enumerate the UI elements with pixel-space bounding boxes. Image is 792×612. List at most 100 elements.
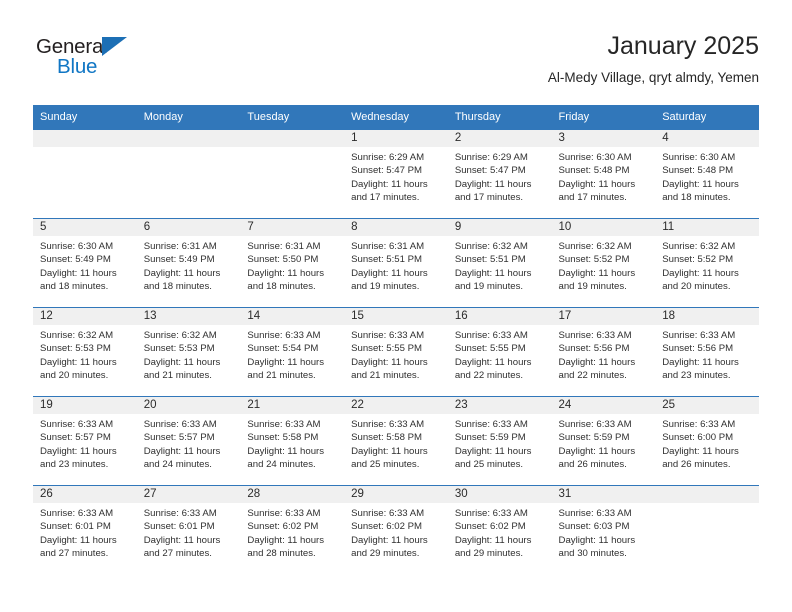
sunset-text: Sunset: 5:56 PM xyxy=(558,343,630,355)
sunset-text: Sunset: 5:57 PM xyxy=(143,432,215,444)
day-cell-content: 2 Sunrise: 6:29 AM Sunset: 5:47 PM Daylight… xyxy=(447,130,552,218)
day-details: Sunrise: 6:33 AM Sunset: 5:57 PM Daylight:… xyxy=(33,414,137,472)
sunrise-text: Sunrise: 6:33 AM xyxy=(40,508,114,519)
calendar-day-cell[interactable]: 19 Sunrise: 6:33 AM Sunset: 5:57 PM Dayligh… xyxy=(33,396,137,486)
calendar-empty-cell xyxy=(33,129,137,219)
calendar-day-cell[interactable]: 9 Sunrise: 6:32 AM Sunset: 5:51 PM Daylight… xyxy=(447,218,552,308)
sunrise-text: Sunrise: 6:31 AM xyxy=(351,241,425,252)
day-number-band: 25 xyxy=(655,397,759,414)
day-cell-content: 24 Sunrise: 6:33 AM Sunset: 5:59 PM Dayligh… xyxy=(551,397,656,485)
daylight-text-line1: Daylight: 11 hours xyxy=(143,356,221,368)
calendar-day-cell[interactable]: 3 Sunrise: 6:30 AM Sunset: 5:48 PM Daylight… xyxy=(551,129,656,219)
calendar-day-cell[interactable]: 21 Sunrise: 6:33 AM Sunset: 5:58 PM Dayligh… xyxy=(240,396,345,486)
calendar-day-cell[interactable]: 8 Sunrise: 6:31 AM Sunset: 5:51 PM Daylight… xyxy=(344,218,448,308)
day-details: Sunrise: 6:33 AM Sunset: 6:02 PM Daylight:… xyxy=(240,503,344,561)
day-cell-content: 3 Sunrise: 6:30 AM Sunset: 5:48 PM Daylight… xyxy=(551,130,656,218)
general-blue-logo[interactable]: General Blue xyxy=(36,35,166,83)
day-number: 24 xyxy=(558,399,572,411)
day-cell-content: 17 Sunrise: 6:33 AM Sunset: 5:56 PM Dayligh… xyxy=(551,308,656,396)
day-number-band: 21 xyxy=(240,397,345,414)
daylight-text-line2: and 18 minutes. xyxy=(662,192,731,204)
calendar-day-cell[interactable]: 17 Sunrise: 6:33 AM Sunset: 5:56 PM Dayligh… xyxy=(551,307,656,397)
title-block: January 2025 Al-Medy Village, qryt almdy… xyxy=(548,30,759,88)
calendar-day-cell[interactable]: 14 Sunrise: 6:33 AM Sunset: 5:54 PM Dayligh… xyxy=(240,307,345,397)
calendar-day-cell[interactable]: 6 Sunrise: 6:31 AM Sunset: 5:49 PM Daylight… xyxy=(136,218,241,308)
day-cell-content: 30 Sunrise: 6:33 AM Sunset: 6:02 PM Dayligh… xyxy=(447,486,552,575)
calendar-week-row: 1 Sunrise: 6:29 AM Sunset: 5:47 PM Daylight… xyxy=(33,129,759,219)
daylight-text-line1: Daylight: 11 hours xyxy=(558,178,636,190)
daylight-text-line2: and 20 minutes. xyxy=(40,370,109,382)
sunrise-text: Sunrise: 6:29 AM xyxy=(454,152,528,163)
daylight-text-line1: Daylight: 11 hours xyxy=(351,267,428,279)
day-number: 25 xyxy=(662,399,676,411)
calendar-day-cell[interactable]: 27 Sunrise: 6:33 AM Sunset: 6:01 PM Dayligh… xyxy=(136,485,241,575)
sunrise-text: Sunrise: 6:30 AM xyxy=(40,241,114,252)
daylight-text-line2: and 27 minutes. xyxy=(40,548,109,560)
calendar-week-row: 19 Sunrise: 6:33 AM Sunset: 5:57 PM Dayligh… xyxy=(33,396,759,486)
day-number-band xyxy=(240,130,345,147)
calendar-day-cell[interactable]: 11 Sunrise: 6:32 AM Sunset: 5:52 PM Dayligh… xyxy=(655,218,759,308)
day-cell-content: 26 Sunrise: 6:33 AM Sunset: 6:01 PM Dayligh… xyxy=(33,486,137,575)
day-number-band: 4 xyxy=(655,130,759,147)
calendar-grid: Sunday Monday Tuesday Wednesday Thursday… xyxy=(33,105,759,575)
day-number: 19 xyxy=(40,399,53,411)
day-number-band: 5 xyxy=(33,219,137,236)
calendar-day-cell[interactable]: 15 Sunrise: 6:33 AM Sunset: 5:55 PM Dayligh… xyxy=(344,307,448,397)
calendar-day-cell[interactable]: 10 Sunrise: 6:32 AM Sunset: 5:52 PM Dayligh… xyxy=(551,218,656,308)
day-number-band: 20 xyxy=(136,397,241,414)
day-details: Sunrise: 6:31 AM Sunset: 5:50 PM Daylight:… xyxy=(240,236,344,294)
daylight-text-line2: and 18 minutes. xyxy=(40,281,109,293)
daylight-text-line1: Daylight: 11 hours xyxy=(40,534,117,546)
calendar-day-cell[interactable]: 1 Sunrise: 6:29 AM Sunset: 5:47 PM Daylight… xyxy=(344,129,448,219)
calendar-day-cell[interactable]: 18 Sunrise: 6:33 AM Sunset: 5:56 PM Dayligh… xyxy=(655,307,759,397)
day-details: Sunrise: 6:33 AM Sunset: 6:02 PM Daylight:… xyxy=(448,503,552,561)
weekday-header-saturday: Saturday xyxy=(655,105,759,130)
calendar-day-cell[interactable]: 25 Sunrise: 6:33 AM Sunset: 6:00 PM Dayligh… xyxy=(655,396,759,486)
daylight-text-line2: and 29 minutes. xyxy=(454,548,524,560)
sunset-text: Sunset: 5:56 PM xyxy=(662,343,734,355)
day-number-band: 31 xyxy=(551,486,656,503)
daylight-text-line2: and 26 minutes. xyxy=(662,459,731,471)
daylight-text-line1: Daylight: 11 hours xyxy=(454,445,532,457)
day-cell-content xyxy=(240,130,345,218)
page-title: January 2025 xyxy=(607,32,759,60)
day-cell-content: 21 Sunrise: 6:33 AM Sunset: 5:58 PM Dayligh… xyxy=(240,397,345,485)
calendar-day-cell[interactable]: 30 Sunrise: 6:33 AM Sunset: 6:02 PM Dayligh… xyxy=(447,485,552,575)
calendar-day-cell[interactable]: 28 Sunrise: 6:33 AM Sunset: 6:02 PM Dayligh… xyxy=(240,485,345,575)
sunrise-text: Sunrise: 6:33 AM xyxy=(351,508,425,519)
sunset-text: Sunset: 5:49 PM xyxy=(143,254,215,266)
calendar-day-cell[interactable]: 12 Sunrise: 6:32 AM Sunset: 5:53 PM Dayligh… xyxy=(33,307,137,397)
calendar-day-cell[interactable]: 2 Sunrise: 6:29 AM Sunset: 5:47 PM Daylight… xyxy=(447,129,552,219)
daylight-text-line1: Daylight: 11 hours xyxy=(351,178,428,190)
day-number-band: 13 xyxy=(136,308,241,325)
sunset-text: Sunset: 5:52 PM xyxy=(558,254,630,266)
day-number-band: 14 xyxy=(240,308,345,325)
calendar-day-cell[interactable]: 20 Sunrise: 6:33 AM Sunset: 5:57 PM Dayligh… xyxy=(136,396,241,486)
calendar-day-cell[interactable]: 31 Sunrise: 6:33 AM Sunset: 6:03 PM Dayligh… xyxy=(551,485,656,575)
daylight-text-line1: Daylight: 11 hours xyxy=(662,356,739,368)
calendar-day-cell[interactable]: 22 Sunrise: 6:33 AM Sunset: 5:58 PM Dayligh… xyxy=(344,396,448,486)
calendar-day-cell[interactable]: 23 Sunrise: 6:33 AM Sunset: 5:59 PM Dayligh… xyxy=(447,396,552,486)
calendar-day-cell[interactable]: 5 Sunrise: 6:30 AM Sunset: 5:49 PM Daylight… xyxy=(33,218,137,308)
calendar-week-row: 26 Sunrise: 6:33 AM Sunset: 6:01 PM Dayligh… xyxy=(33,485,759,575)
sunset-text: Sunset: 5:54 PM xyxy=(247,343,319,355)
calendar-day-cell[interactable]: 4 Sunrise: 6:30 AM Sunset: 5:48 PM Daylight… xyxy=(655,129,759,219)
day-number: 8 xyxy=(351,221,358,233)
calendar-day-cell[interactable]: 24 Sunrise: 6:33 AM Sunset: 5:59 PM Dayligh… xyxy=(551,396,656,486)
calendar-day-cell[interactable]: 29 Sunrise: 6:33 AM Sunset: 6:02 PM Dayligh… xyxy=(344,485,448,575)
sunset-text: Sunset: 5:51 PM xyxy=(454,254,526,266)
calendar-day-cell[interactable]: 13 Sunrise: 6:32 AM Sunset: 5:53 PM Dayligh… xyxy=(136,307,241,397)
day-details: Sunrise: 6:33 AM Sunset: 5:57 PM Daylight:… xyxy=(137,414,241,472)
calendar-day-cell[interactable]: 26 Sunrise: 6:33 AM Sunset: 6:01 PM Dayligh… xyxy=(33,485,137,575)
day-number: 15 xyxy=(351,310,364,322)
calendar-day-cell[interactable]: 7 Sunrise: 6:31 AM Sunset: 5:50 PM Daylight… xyxy=(240,218,345,308)
daylight-text-line1: Daylight: 11 hours xyxy=(662,267,739,279)
daylight-text-line1: Daylight: 11 hours xyxy=(662,178,739,190)
weekday-header-friday: Friday xyxy=(551,105,656,130)
calendar-day-cell[interactable]: 16 Sunrise: 6:33 AM Sunset: 5:55 PM Dayligh… xyxy=(447,307,552,397)
weekday-header-sunday: Sunday xyxy=(33,105,137,130)
sunset-text: Sunset: 5:53 PM xyxy=(143,343,215,355)
day-number-band: 29 xyxy=(344,486,448,503)
day-number-band: 18 xyxy=(655,308,759,325)
day-cell-content: 25 Sunrise: 6:33 AM Sunset: 6:00 PM Dayligh… xyxy=(655,397,759,485)
